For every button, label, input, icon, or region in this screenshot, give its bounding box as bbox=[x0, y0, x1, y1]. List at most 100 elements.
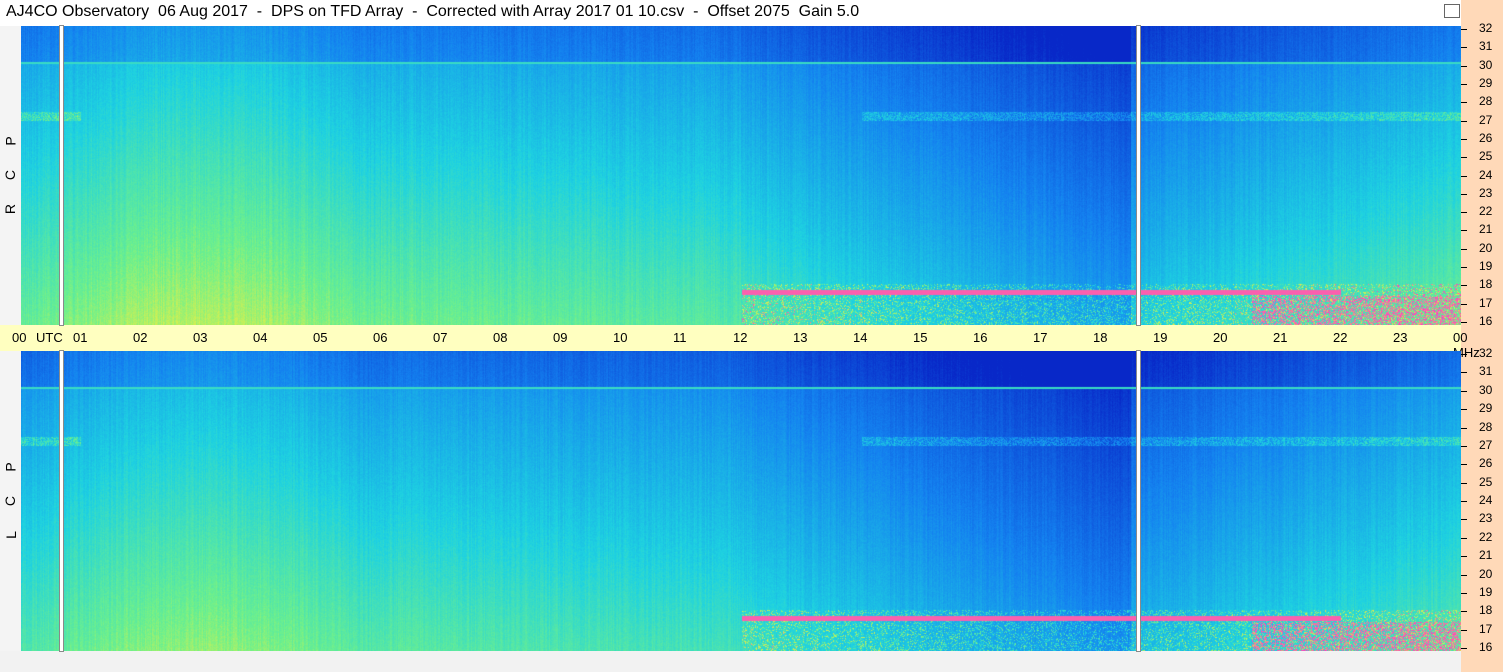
frequency-tick-mark bbox=[1461, 102, 1467, 104]
frequency-tick-label: 16 bbox=[1479, 314, 1493, 328]
frequency-tick-mark bbox=[1461, 501, 1467, 502]
frequency-tick-mark bbox=[1461, 157, 1467, 159]
frequency-tick-mark bbox=[1461, 390, 1467, 392]
time-axis-tick: 00 bbox=[12, 330, 27, 345]
frequency-tick-mark bbox=[1461, 120, 1467, 122]
frequency-tick-label: 27 bbox=[1479, 437, 1493, 452]
frequency-tick-mark bbox=[1461, 354, 1467, 355]
time-axis-tick: 09 bbox=[553, 330, 568, 345]
frequency-tick: 21 bbox=[1461, 548, 1503, 562]
frequency-tick: 16 bbox=[1461, 640, 1503, 654]
frequency-tick: 19 bbox=[1461, 259, 1503, 273]
frequency-tick: 27 bbox=[1461, 438, 1503, 452]
time-axis-tick: 22 bbox=[1333, 330, 1348, 345]
lcp-spectrogram-canvas bbox=[21, 351, 1461, 651]
frequency-tick-mark bbox=[1461, 248, 1467, 250]
frequency-tick-mark bbox=[1461, 230, 1467, 232]
frequency-tick-mark bbox=[1461, 29, 1467, 30]
frequency-tick-label: 24 bbox=[1479, 493, 1493, 507]
frequency-tick-mark bbox=[1461, 464, 1467, 466]
time-axis-tick: 08 bbox=[493, 330, 508, 345]
frequency-tick-label: 17 bbox=[1479, 295, 1493, 310]
frequency-tick-mark bbox=[1461, 303, 1467, 305]
frequency-tick: 23 bbox=[1461, 186, 1503, 200]
frequency-tick-mark bbox=[1461, 556, 1467, 558]
frequency-tick-mark bbox=[1461, 445, 1467, 447]
frequency-tick-label: 29 bbox=[1479, 401, 1493, 416]
frequency-tick: 16 bbox=[1461, 314, 1503, 328]
bottom-margin bbox=[0, 651, 21, 672]
rcp-spectrogram-canvas bbox=[21, 26, 1461, 325]
frequency-tick-label: 28 bbox=[1479, 94, 1493, 109]
title-bar: AJ4CO Observatory 06 Aug 2017 - DPS on T… bbox=[0, 0, 1461, 26]
frequency-tick: 24 bbox=[1461, 168, 1503, 182]
frequency-tick: 22 bbox=[1461, 530, 1503, 544]
time-axis-tick: 04 bbox=[253, 330, 268, 345]
lcp-spectrogram[interactable] bbox=[21, 351, 1461, 651]
window-close-button[interactable] bbox=[1444, 4, 1460, 18]
frequency-tick-label: 32 bbox=[1479, 346, 1493, 360]
frequency-tick-mark bbox=[1461, 482, 1467, 484]
time-axis-tick: 16 bbox=[973, 330, 988, 345]
frequency-tick-label: 30 bbox=[1479, 382, 1493, 397]
time-axis: 00 UTC 01 02 03 04 05 06 07 08 09 10 11 12 13 14 15 16 17 1… bbox=[0, 325, 1480, 360]
frequency-tick: 17 bbox=[1461, 622, 1503, 636]
frequency-tick: 25 bbox=[1461, 149, 1503, 163]
time-axis-tick: 02 bbox=[133, 330, 148, 345]
time-axis-tick: 12 bbox=[733, 330, 748, 345]
frequency-tick: 30 bbox=[1461, 58, 1503, 72]
frequency-tick-mark bbox=[1461, 372, 1467, 374]
frequency-tick-mark bbox=[1461, 47, 1467, 49]
time-axis-tick: 13 bbox=[793, 330, 808, 345]
frequency-tick-mark bbox=[1461, 648, 1467, 649]
frequency-tick: 29 bbox=[1461, 76, 1503, 90]
lcp-frequency-axis: 32 31 30 29 28 27 26 25 24 23 22 21 20 19 18 17 16 bbox=[1461, 346, 1503, 654]
frequency-tick: 18 bbox=[1461, 277, 1503, 291]
frequency-tick-label: 28 bbox=[1479, 419, 1493, 434]
time-axis-tick: 06 bbox=[373, 330, 388, 345]
frequency-tick-mark bbox=[1461, 285, 1467, 287]
frequency-tick: 24 bbox=[1461, 493, 1503, 507]
frequency-tick-label: 17 bbox=[1479, 621, 1493, 636]
frequency-tick-mark bbox=[1461, 574, 1467, 576]
frequency-tick-label: 23 bbox=[1479, 185, 1493, 200]
rcp-spectrogram[interactable] bbox=[21, 26, 1461, 325]
time-axis-tick: 19 bbox=[1153, 330, 1168, 345]
frequency-tick: 18 bbox=[1461, 603, 1503, 617]
frequency-tick-label: 26 bbox=[1479, 456, 1493, 471]
frequency-tick-mark bbox=[1461, 322, 1467, 323]
frequency-tick: 32 bbox=[1461, 346, 1503, 360]
frequency-tick-label: 30 bbox=[1479, 57, 1493, 72]
frequency-tick: 19 bbox=[1461, 585, 1503, 599]
time-axis-tick: 07 bbox=[433, 330, 448, 345]
frequency-tick-mark bbox=[1461, 212, 1467, 214]
frequency-tick: 28 bbox=[1461, 420, 1503, 434]
frequency-tick: 17 bbox=[1461, 296, 1503, 310]
time-axis-tick: 18 bbox=[1093, 330, 1108, 345]
frequency-tick: 27 bbox=[1461, 113, 1503, 127]
frequency-tick: 20 bbox=[1461, 241, 1503, 255]
window-title: AJ4CO Observatory 06 Aug 2017 - DPS on T… bbox=[6, 3, 860, 20]
frequency-tick-mark bbox=[1461, 611, 1467, 613]
time-axis-tick: 14 bbox=[853, 330, 868, 345]
time-axis-tick: UTC bbox=[36, 330, 63, 345]
frequency-tick-mark bbox=[1461, 427, 1467, 429]
frequency-tick-label: 20 bbox=[1479, 240, 1493, 255]
time-marker-line bbox=[60, 26, 63, 325]
frequency-tick: 31 bbox=[1461, 39, 1503, 53]
frequency-tick-label: 29 bbox=[1479, 75, 1493, 90]
time-axis-tick: 11 bbox=[673, 330, 687, 345]
time-axis-tick: 01 bbox=[73, 330, 88, 345]
frequency-tick-label: 25 bbox=[1479, 149, 1493, 164]
app-window: AJ4CO Observatory 06 Aug 2017 - DPS on T… bbox=[0, 0, 1503, 672]
frequency-tick: 23 bbox=[1461, 511, 1503, 525]
time-axis-tick: 17 bbox=[1033, 330, 1048, 345]
frequency-tick: 30 bbox=[1461, 383, 1503, 397]
time-axis-tick: 15 bbox=[913, 330, 928, 345]
time-axis-tick: 21 bbox=[1273, 330, 1288, 345]
frequency-tick-mark bbox=[1461, 629, 1467, 631]
frequency-tick: 32 bbox=[1461, 21, 1503, 35]
frequency-tick-mark bbox=[1461, 138, 1467, 140]
time-marker-line bbox=[1137, 26, 1140, 325]
frequency-tick-label: 16 bbox=[1479, 640, 1493, 654]
